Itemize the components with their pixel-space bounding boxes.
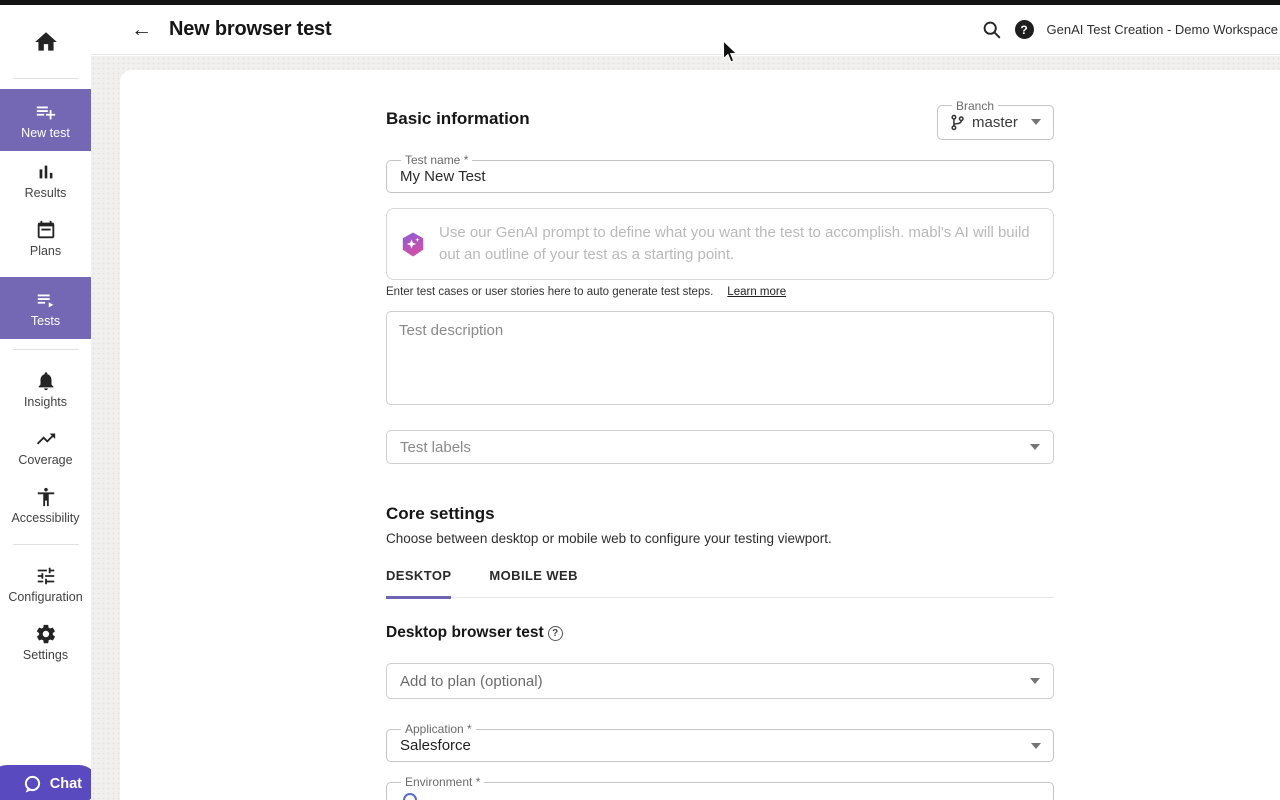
help-icon[interactable]: ? xyxy=(1015,20,1034,39)
test-name-label: Test name * xyxy=(401,153,472,167)
add-to-plan-select[interactable]: Add to plan (optional) xyxy=(386,663,1054,699)
new-test-icon xyxy=(35,101,57,123)
help-outline-icon[interactable]: ? xyxy=(548,626,563,641)
genai-sparkle-icon xyxy=(400,231,426,258)
sidebar-item-label: Results xyxy=(25,186,67,200)
environment-label: Environment * xyxy=(401,775,484,789)
tests-icon xyxy=(35,289,57,311)
top-black-bar xyxy=(0,0,1280,5)
environment-loading-indicator xyxy=(403,793,417,800)
sidebar-item-label: Tests xyxy=(31,314,60,328)
application-label: Application * xyxy=(401,722,476,736)
sidebar-item-label: Settings xyxy=(23,648,68,662)
core-settings-heading: Core settings xyxy=(386,504,1054,524)
configuration-icon xyxy=(35,565,57,587)
chat-button[interactable]: Chat xyxy=(0,765,91,800)
genai-placeholder: Use our GenAI prompt to define what you … xyxy=(439,222,1037,266)
core-settings-subtitle: Choose between desktop or mobile web to … xyxy=(386,531,1054,546)
workspace-name[interactable]: GenAI Test Creation - Demo Workspace xyxy=(1047,22,1278,37)
back-arrow-icon[interactable]: ← xyxy=(131,19,152,40)
test-description-input[interactable] xyxy=(386,311,1054,405)
sidebar-item-label: Plans xyxy=(30,244,61,258)
environment-field[interactable]: Environment * xyxy=(386,775,1054,800)
chevron-down-icon xyxy=(1031,119,1041,125)
sidebar-divider xyxy=(13,349,79,350)
git-branch-icon xyxy=(950,114,965,131)
mouse-cursor xyxy=(722,40,740,69)
branch-value: master xyxy=(972,114,1018,131)
sidebar-item-settings[interactable]: Settings xyxy=(0,613,91,671)
coverage-icon xyxy=(35,428,57,450)
test-labels-select[interactable]: Test labels xyxy=(386,430,1054,464)
chevron-down-icon xyxy=(1031,743,1041,749)
top-header: ← New browser test ? GenAI Test Creation… xyxy=(91,5,1280,55)
sidebar-item-new-test[interactable]: New test xyxy=(0,89,91,151)
learn-more-link[interactable]: Learn more xyxy=(727,286,786,298)
search-icon[interactable] xyxy=(982,20,1002,40)
accessibility-icon xyxy=(35,486,57,508)
sidebar-item-home[interactable] xyxy=(0,5,91,78)
sidebar-item-label: Accessibility xyxy=(11,511,79,525)
sidebar-item-label: Coverage xyxy=(18,453,72,467)
viewport-tabs: DESKTOP MOBILE WEB xyxy=(386,568,1054,598)
sidebar-item-label: New test xyxy=(21,126,70,140)
chat-label: Chat xyxy=(50,776,82,792)
sidebar-divider xyxy=(13,78,79,79)
sidebar-item-plans[interactable]: Plans xyxy=(0,209,91,267)
sidebar-item-label: Insights xyxy=(24,395,67,409)
plans-icon xyxy=(35,219,57,241)
insights-icon xyxy=(35,370,57,392)
sidebar-item-coverage[interactable]: Coverage xyxy=(0,418,91,476)
home-icon xyxy=(33,29,59,55)
sidebar-item-tests[interactable]: Tests xyxy=(0,277,91,339)
application-value: Salesforce xyxy=(400,737,471,754)
application-select[interactable]: Application * Salesforce xyxy=(386,722,1054,762)
genai-prompt-input[interactable]: Use our GenAI prompt to define what you … xyxy=(386,208,1054,280)
desktop-browser-test-heading: Desktop browser test xyxy=(386,624,544,642)
sidebar: New test Results Plans Tests Insights Co… xyxy=(0,5,91,800)
sidebar-divider xyxy=(13,544,79,545)
chat-bubble-icon xyxy=(22,774,43,795)
sidebar-item-label: Configuration xyxy=(8,590,82,604)
page-title: New browser test xyxy=(169,18,331,41)
genai-caption: Enter test cases or user stories here to… xyxy=(386,286,713,298)
sidebar-item-configuration[interactable]: Configuration xyxy=(0,555,91,613)
test-name-field[interactable]: Test name * My New Test xyxy=(386,153,1054,193)
results-icon xyxy=(35,161,57,183)
form-card: Basic information Branch master Test nam… xyxy=(120,70,1280,800)
basic-information-heading: Basic information xyxy=(386,109,530,129)
settings-icon xyxy=(35,623,57,645)
branch-label: Branch xyxy=(952,99,998,113)
sidebar-item-results[interactable]: Results xyxy=(0,151,91,209)
tab-desktop[interactable]: DESKTOP xyxy=(386,568,451,599)
chevron-down-icon xyxy=(1030,678,1040,684)
test-name-value: My New Test xyxy=(399,167,1041,194)
sidebar-item-accessibility[interactable]: Accessibility xyxy=(0,476,91,534)
add-to-plan-placeholder: Add to plan (optional) xyxy=(400,673,543,690)
chevron-down-icon xyxy=(1030,444,1040,450)
sidebar-item-insights[interactable]: Insights xyxy=(0,360,91,418)
branch-selector[interactable]: Branch master xyxy=(937,99,1054,140)
test-labels-placeholder: Test labels xyxy=(400,439,471,456)
tab-mobile-web[interactable]: MOBILE WEB xyxy=(489,568,578,599)
